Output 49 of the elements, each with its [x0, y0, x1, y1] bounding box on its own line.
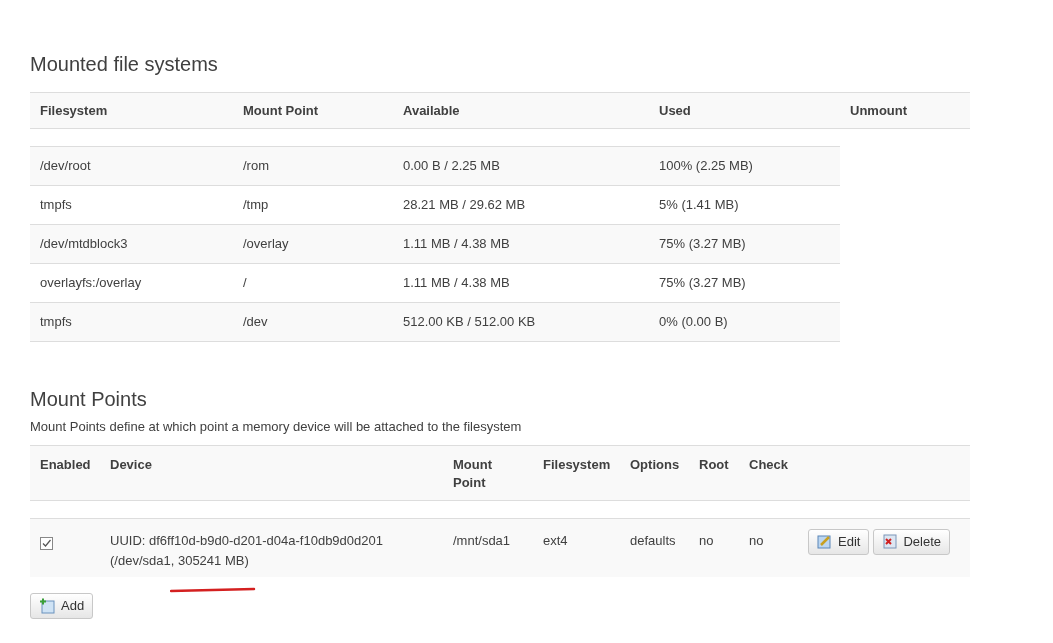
table-cell: 75% (3.27 MB)	[659, 236, 746, 252]
column-header: Enabled	[40, 456, 91, 472]
table-cell: no	[699, 532, 714, 548]
column-header: Device	[110, 456, 152, 472]
section-description: Mount Points define at which point a memory device will be attached to the filesystem	[30, 418, 523, 436]
table-cell: tmpfs	[40, 197, 72, 213]
column-header: Unmount	[850, 102, 908, 118]
section-title: Mount Points	[30, 387, 148, 411]
table-cell: 1.11 MB / 4.38 MB	[403, 236, 510, 252]
device-detail: (/dev/sda1, 305241 MB)	[110, 552, 249, 568]
table-cell: defaults	[630, 532, 676, 548]
table-cell: overlayfs:/overlay	[40, 275, 142, 291]
add-icon	[39, 597, 55, 614]
column-header: Filesystem	[40, 102, 108, 118]
table-cell: 100% (2.25 MB)	[659, 158, 753, 174]
device-text: UUID: df6ff10d-b9d0-d201-d04a-f10db9d0d201	[110, 531, 384, 550]
column-header: Filesystem	[543, 456, 611, 472]
table-cell: /dev/mtdblock3	[40, 236, 128, 252]
column-header: Root	[699, 456, 729, 472]
table-cell: /	[243, 275, 247, 291]
delete-icon	[882, 534, 898, 549]
table-cell: /overlay	[243, 236, 289, 252]
edit-icon	[817, 534, 832, 549]
column-header: Mount Point	[243, 102, 319, 118]
add-button[interactable]: Add	[30, 592, 94, 619]
table-cell: 28.21 MB / 29.62 MB	[403, 197, 526, 213]
checkbox[interactable]	[40, 536, 53, 550]
column-header: Check	[749, 456, 789, 472]
table-cell: /dev	[243, 314, 268, 330]
table-cell: 5% (1.41 MB)	[659, 197, 739, 213]
column-header: Available	[403, 102, 460, 118]
table-cell: 512.00 KB / 512.00 KB	[403, 314, 536, 330]
table-cell: /rom	[243, 158, 269, 174]
table-cell: 0% (0.00 B)	[659, 314, 728, 330]
column-header: Options	[630, 456, 680, 472]
table-cell: /mnt/sda1	[453, 532, 511, 548]
table-cell: 0.00 B / 2.25 MB	[403, 158, 500, 174]
table-cell: ext4	[543, 532, 568, 548]
table-cell: /tmp	[243, 197, 269, 213]
table-cell: tmpfs	[40, 314, 72, 330]
column-header: Mount Point	[453, 455, 493, 492]
edit-button[interactable]: Edit	[808, 528, 870, 555]
delete-button[interactable]: Delete	[873, 528, 950, 555]
column-header: Used	[659, 102, 691, 118]
table-cell: /dev/root	[40, 158, 91, 174]
table-cell: 1.11 MB / 4.38 MB	[403, 275, 510, 291]
table-cell: 75% (3.27 MB)	[659, 275, 746, 291]
section-title: Mounted file systems	[30, 52, 219, 76]
table-cell: no	[749, 532, 764, 548]
